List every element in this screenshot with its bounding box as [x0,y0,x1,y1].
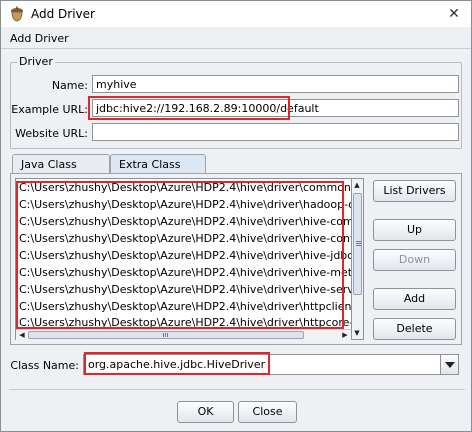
close-button[interactable]: Close [238,401,297,423]
name-label: Name: [51,79,88,92]
list-item[interactable]: C:\Users\zhushy\Desktop\Azure\HDP2.4\hiv… [19,282,351,298]
class-name-combo[interactable]: org.apache.hive.jdbc.HiveDriver [83,354,459,375]
scroll-up-icon[interactable]: ▲ [352,181,362,189]
class-path-list[interactable]: C:\Users\zhushy\Desktop\Azure\HDP2.4\hiv… [15,178,352,340]
delete-button[interactable]: Delete [373,318,456,340]
chevron-down-icon[interactable] [440,355,458,374]
list-drivers-button[interactable]: List Drivers [373,180,456,202]
vertical-scroll-thumb[interactable] [353,193,362,295]
tab-extra-class-path[interactable]: Extra Class Path [110,154,206,184]
list-item[interactable]: C:\Users\zhushy\Desktop\Azure\HDP2.4\hiv… [19,214,351,230]
list-item[interactable]: C:\Users\zhushy\Desktop\Azure\HDP2.4\hiv… [19,299,351,315]
add-button[interactable]: Add [373,288,456,310]
vertical-scrollbar[interactable]: ▲ ▼ [352,178,364,340]
window-title: Add Driver [31,7,95,21]
dialog-heading: Add Driver [10,32,69,45]
name-field[interactable]: myhive [92,75,459,93]
acorn-icon [11,6,23,22]
ok-button[interactable]: OK [177,401,234,423]
scroll-down-icon[interactable]: ▼ [352,329,362,337]
title-bar: Add Driver ✕ [1,1,471,27]
class-name-label: Class Name: [10,359,79,372]
horizontal-scrollbar[interactable]: ◀ ▶ [16,329,351,340]
driver-group-title: Driver [17,55,55,68]
class-name-value: org.apache.hive.jdbc.HiveDriver [88,358,266,371]
list-item[interactable]: C:\Users\zhushy\Desktop\Azure\HDP2.4\hiv… [19,265,351,281]
website-url-label: Website URL: [15,127,88,140]
list-item[interactable]: C:\Users\zhushy\Desktop\Azure\HDP2.4\hiv… [19,248,351,264]
up-button[interactable]: Up [373,219,456,241]
list-item[interactable]: C:\Users\zhushy\Desktop\Azure\HDP2.4\hiv… [19,197,351,213]
footer-divider [9,389,465,390]
dialog-header: Add Driver [1,27,471,49]
list-item[interactable]: C:\Users\zhushy\Desktop\Azure\HDP2.4\hiv… [19,180,351,196]
example-url-field[interactable]: jdbc:hive2://192.168.2.89:10000/default [92,99,459,117]
list-item[interactable]: C:\Users\zhushy\Desktop\Azure\HDP2.4\hiv… [19,231,351,247]
add-driver-dialog: Add Driver ✕ Add Driver Driver Name: myh… [0,0,472,432]
website-url-field[interactable] [92,123,459,141]
tab-java-class-path[interactable]: Java Class Path [12,154,110,184]
horizontal-scroll-thumb[interactable] [28,331,304,339]
close-icon[interactable]: ✕ [445,5,463,23]
scroll-right-icon[interactable]: ▶ [340,331,350,339]
example-url-label: Example URL: [11,103,88,116]
scroll-left-icon[interactable]: ◀ [17,331,27,339]
down-button[interactable]: Down [373,249,456,271]
